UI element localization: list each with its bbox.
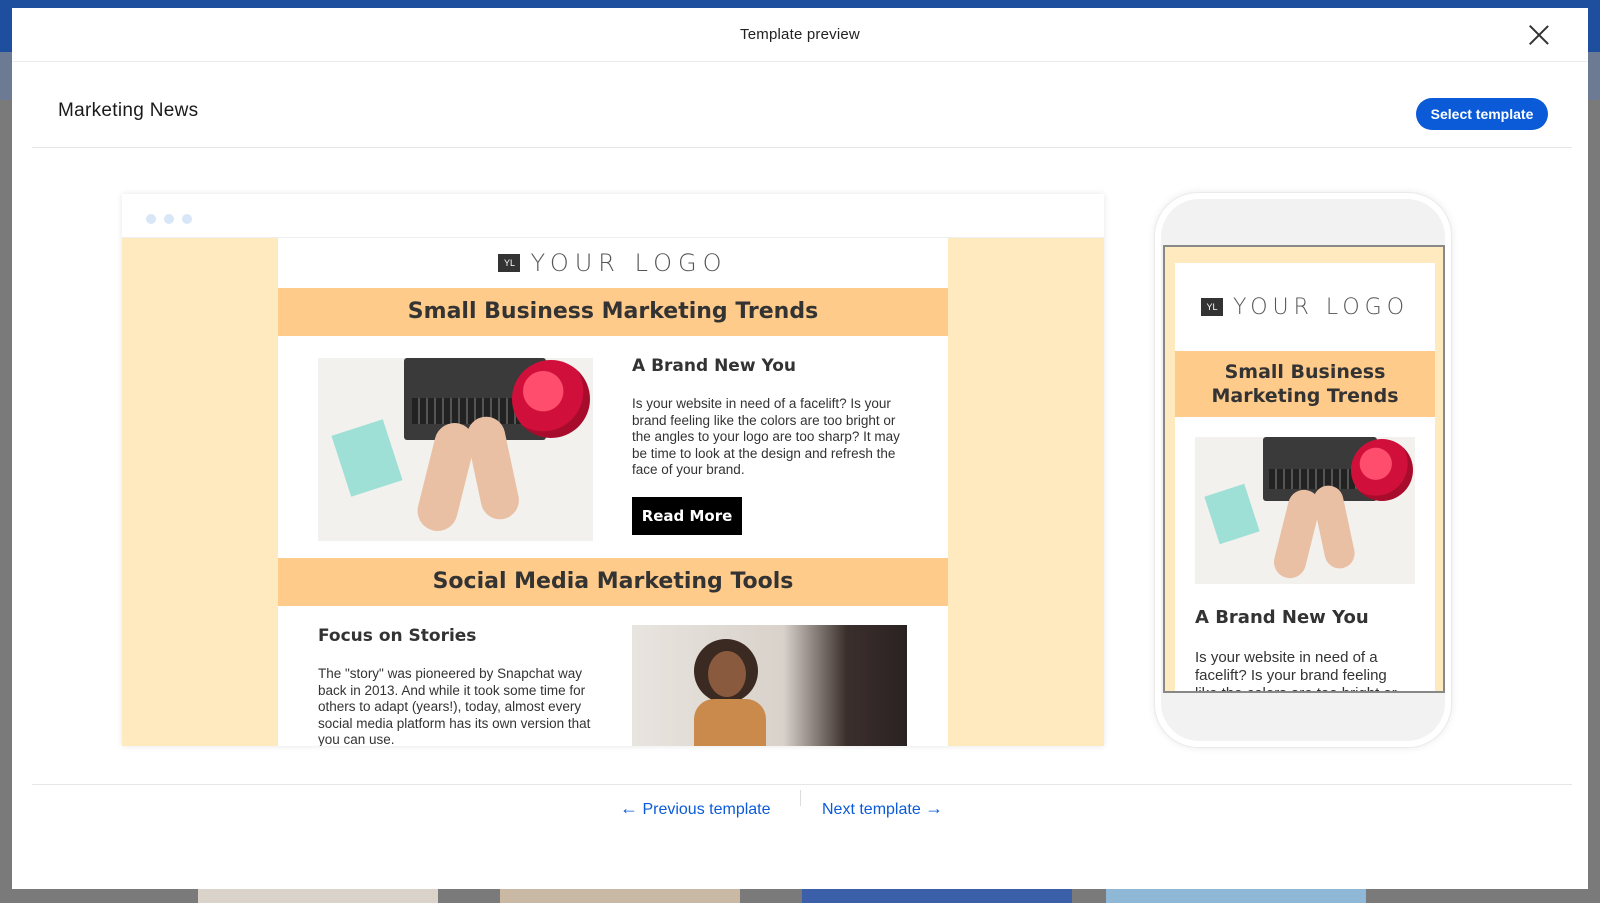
- browser-bar: [122, 194, 1104, 238]
- phone-frame: YL YOUR LOGO Small Business Marketing Tr…: [1161, 199, 1445, 741]
- template-preview-modal: Template preview Marketing News Select t…: [12, 8, 1588, 889]
- notebook-graphic: [1204, 483, 1260, 545]
- window-dot-icon: [164, 214, 174, 224]
- article-text: Is your website in need of a facelift? I…: [1195, 649, 1397, 691]
- laptop-photo: [1195, 437, 1415, 584]
- article-title: A Brand New You: [1195, 607, 1369, 628]
- flowers-graphic: [512, 360, 590, 438]
- laptop-photo: [318, 358, 593, 541]
- section-title: Small Business Marketing Trends: [1175, 351, 1435, 417]
- article-title: A Brand New You: [632, 356, 796, 376]
- next-template-link[interactable]: Next template →: [822, 796, 943, 822]
- section-title: Small Business Marketing Trends: [278, 288, 948, 336]
- footer-divider: [32, 784, 1572, 785]
- modal-header: Template preview: [12, 8, 1588, 62]
- previous-template-label: Previous template: [642, 801, 771, 818]
- article-text: Is your website in need of a facelift? I…: [632, 396, 900, 477]
- logo-badge: YL: [1200, 298, 1223, 316]
- mobile-preview: YL YOUR LOGO Small Business Marketing Tr…: [1154, 192, 1452, 748]
- logo-text: YOUR LOGO: [530, 249, 728, 277]
- notebook-graphic: [331, 419, 403, 497]
- previous-template-link[interactable]: ← Previous template: [620, 796, 771, 822]
- article-text: The "story" was pioneered by Snapchat wa…: [318, 666, 591, 746]
- email-canvas: YL YOUR LOGO Small Business Marketing Tr…: [122, 238, 1104, 746]
- logo-badge: YL: [498, 254, 521, 272]
- arrow-right-icon: →: [925, 798, 944, 818]
- nav-separator: [800, 790, 801, 806]
- select-template-button[interactable]: Select template: [1416, 98, 1548, 130]
- desktop-preview: YL YOUR LOGO Small Business Marketing Tr…: [122, 194, 1104, 746]
- email-logo: YL YOUR LOGO: [278, 238, 948, 288]
- next-template-label: Next template: [822, 801, 921, 818]
- article-title: Focus on Stories: [318, 626, 477, 646]
- modal-title: Template preview: [740, 26, 860, 43]
- logo-text: YOUR LOGO: [1232, 294, 1410, 320]
- person-face-graphic: [708, 651, 746, 697]
- template-name: Marketing News: [58, 100, 199, 121]
- people-photo: [632, 625, 907, 746]
- mobile-email-body: YL YOUR LOGO Small Business Marketing Tr…: [1175, 263, 1435, 691]
- read-more-button: Read More: [632, 497, 742, 535]
- phone-screen: YL YOUR LOGO Small Business Marketing Tr…: [1163, 245, 1445, 693]
- arrow-left-icon: ←: [620, 798, 638, 818]
- email-body: YL YOUR LOGO Small Business Marketing Tr…: [278, 238, 948, 746]
- window-dot-icon: [146, 214, 156, 224]
- close-icon[interactable]: [1528, 24, 1550, 46]
- person-body-graphic: [694, 699, 766, 746]
- mobile-email-logo: YL YOUR LOGO: [1175, 263, 1435, 351]
- section-title: Social Media Marketing Tools: [278, 558, 948, 606]
- template-name-row: Marketing News Select template: [32, 62, 1572, 148]
- window-dot-icon: [182, 214, 192, 224]
- flowers-graphic: [1351, 439, 1413, 501]
